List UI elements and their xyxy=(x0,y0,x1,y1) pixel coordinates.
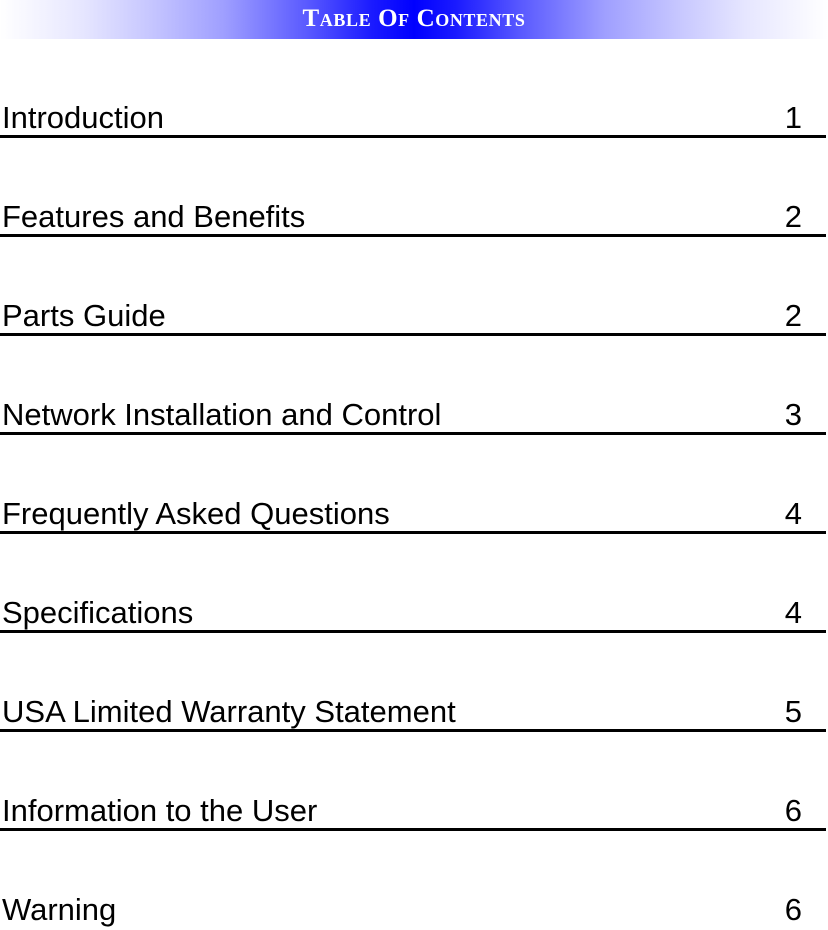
toc-entry-label: Parts Guide xyxy=(2,298,166,333)
toc-entry[interactable]: Information to the User 6 xyxy=(0,732,828,831)
toc-entry-page-number: 3 xyxy=(784,397,802,432)
toc-entry-page-number: 4 xyxy=(784,496,802,531)
toc-entry-page-number: 2 xyxy=(784,199,802,234)
toc-entry-label: Features and Benefits xyxy=(2,199,306,234)
table-of-contents-page: Table Of Contents Introduction 1 Features … xyxy=(0,0,828,927)
toc-entry-list: Introduction 1 Features and Benefits 2 Parts… xyxy=(0,39,828,930)
toc-entry-page-number: 1 xyxy=(784,100,802,135)
toc-entry-label: Network Installation and Control xyxy=(2,397,442,432)
toc-entry-row: Frequently Asked Questions 4 xyxy=(0,497,828,531)
toc-entry[interactable]: USA Limited Warranty Statement 5 xyxy=(0,633,828,732)
toc-entry-page-number: 2 xyxy=(784,298,802,333)
toc-entry[interactable]: Parts Guide 2 xyxy=(0,237,828,336)
toc-entry[interactable]: Frequently Asked Questions 4 xyxy=(0,435,828,534)
toc-entry-row: Parts Guide 2 xyxy=(0,299,828,333)
toc-entry-row: Specifications 4 xyxy=(0,596,828,630)
toc-entry[interactable]: Introduction 1 xyxy=(0,39,828,138)
toc-entry[interactable]: Specifications 4 xyxy=(0,534,828,633)
toc-entry-page-number: 5 xyxy=(784,694,802,729)
toc-entry[interactable]: Network Installation and Control 3 xyxy=(0,336,828,435)
toc-entry-row: Network Installation and Control 3 xyxy=(0,398,828,432)
toc-entry-label: Specifications xyxy=(2,595,194,630)
page-header-band: Table Of Contents xyxy=(0,0,828,39)
toc-entry-label: Introduction xyxy=(2,100,164,135)
toc-entry-label: Information to the User xyxy=(2,793,318,828)
toc-entry-row: Introduction 1 xyxy=(0,101,828,135)
toc-entry-page-number: 6 xyxy=(784,892,802,927)
page-title: Table Of Contents xyxy=(302,5,526,32)
toc-entry[interactable]: Features and Benefits 2 xyxy=(0,138,828,237)
toc-entry-row: Features and Benefits 2 xyxy=(0,200,828,234)
toc-entry-page-number: 4 xyxy=(784,595,802,630)
toc-entry-label: Frequently Asked Questions xyxy=(2,496,390,531)
toc-entry-row: USA Limited Warranty Statement 5 xyxy=(0,695,828,729)
toc-entry-row: Warning 6 xyxy=(0,893,828,927)
toc-entry-row: Information to the User 6 xyxy=(0,794,828,828)
toc-entry-label: Warning xyxy=(2,892,117,927)
toc-entry[interactable]: Warning 6 xyxy=(0,831,828,930)
toc-entry-label: USA Limited Warranty Statement xyxy=(2,694,456,729)
toc-entry-page-number: 6 xyxy=(784,793,802,828)
